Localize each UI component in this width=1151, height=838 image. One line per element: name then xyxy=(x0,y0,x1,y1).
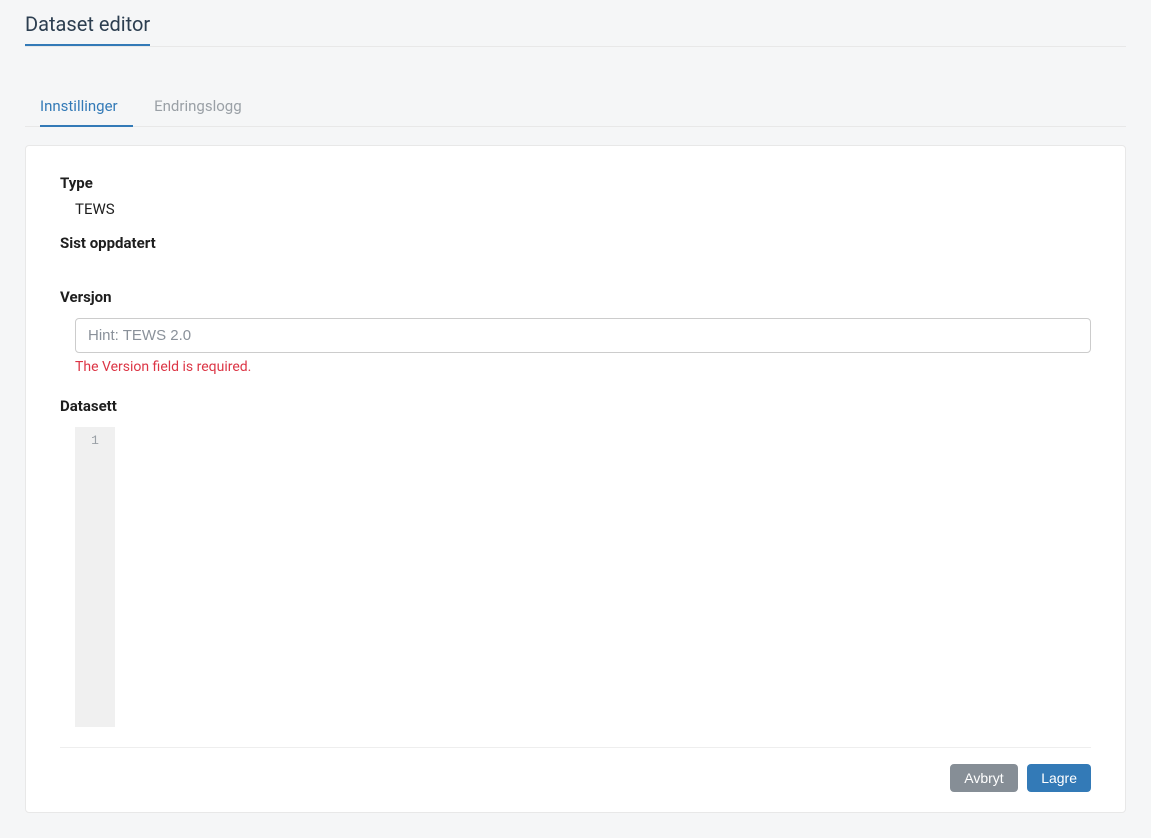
type-value: TEWS xyxy=(60,200,1091,218)
save-button[interactable]: Lagre xyxy=(1027,764,1091,792)
dataset-field: Datasett 1 xyxy=(60,397,1091,727)
editor-gutter: 1 xyxy=(75,427,115,727)
top-tab-dataset-editor[interactable]: Dataset editor xyxy=(25,0,150,46)
dataset-label: Datasett xyxy=(60,397,1091,415)
settings-panel: Type TEWS Sist oppdatert Versjon The Ver… xyxy=(25,145,1126,813)
version-label: Versjon xyxy=(60,288,1091,306)
version-input[interactable] xyxy=(75,318,1091,353)
tab-changelog[interactable]: Endringslogg xyxy=(154,87,257,125)
line-number: 1 xyxy=(75,433,115,448)
top-tabs: Dataset editor xyxy=(25,0,1126,47)
button-row: Avbryt Lagre xyxy=(60,747,1091,792)
updated-field: Sist oppdatert xyxy=(60,234,1091,252)
tab-settings[interactable]: Innstillinger xyxy=(40,87,133,127)
updated-label: Sist oppdatert xyxy=(60,234,1091,252)
editor-textarea[interactable] xyxy=(115,427,1091,727)
type-label: Type xyxy=(60,174,1091,192)
code-editor: 1 xyxy=(75,427,1091,727)
version-error: The Version field is required. xyxy=(60,359,1091,375)
sub-tabs: Innstillinger Endringslogg xyxy=(25,87,1126,127)
cancel-button[interactable]: Avbryt xyxy=(950,764,1017,792)
version-field: Versjon The Version field is required. xyxy=(60,288,1091,375)
type-field: Type TEWS xyxy=(60,174,1091,218)
